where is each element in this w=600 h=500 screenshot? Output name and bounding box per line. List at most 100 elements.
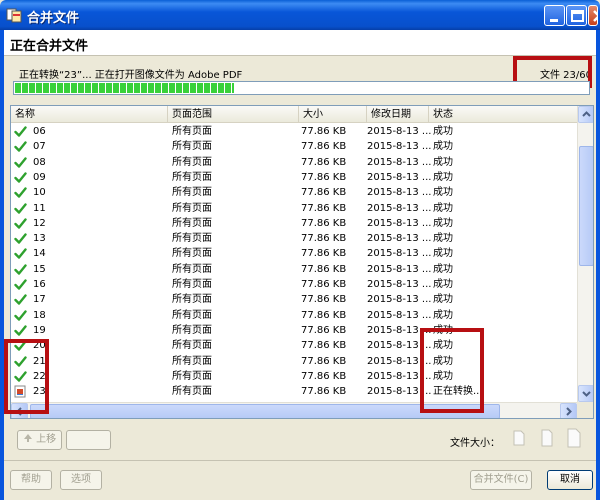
column-header-date[interactable]: 修改日期 <box>367 106 429 123</box>
cell-status: 成功 <box>433 126 453 137</box>
table-row[interactable]: 16 所有页面 77.86 KB 2015-8-13 ... 成功 <box>11 277 577 292</box>
cell-name: 10 <box>33 187 46 199</box>
cell-size: 77.86 KB <box>301 324 347 336</box>
maximize-button[interactable] <box>566 5 587 26</box>
options-button[interactable]: 选项 <box>60 470 102 490</box>
app-icon <box>6 8 22 23</box>
table-row[interactable]: 19 所有页面 77.86 KB 2015-8-13 ... 成功 <box>11 323 577 338</box>
cell-status: 成功 <box>433 141 453 153</box>
dialog-header: 正在合并文件 <box>4 30 596 56</box>
cell-size: 77.86 KB <box>301 202 347 214</box>
vertical-scroll-thumb[interactable] <box>579 146 593 266</box>
merge-files-button[interactable]: 合并文件(C) <box>470 470 532 490</box>
close-button[interactable] <box>588 5 598 26</box>
scroll-right-button[interactable] <box>560 403 577 418</box>
cell-size: 77.86 KB <box>301 141 347 153</box>
table-row[interactable]: 17 所有页面 77.86 KB 2015-8-13 ... 成功 <box>11 292 577 307</box>
help-button[interactable]: 帮助 <box>10 470 52 490</box>
cell-name: 17 <box>33 294 46 306</box>
cell-name: 16 <box>33 279 46 290</box>
move-up-button[interactable]: 上移 <box>17 430 62 450</box>
cell-status: 成功 <box>433 233 453 245</box>
cell-range: 所有页面 <box>172 217 212 229</box>
title-bar[interactable]: 合并文件 <box>0 0 600 30</box>
cell-date: 2015-8-13 ... <box>367 309 432 321</box>
table-row[interactable]: 06 所有页面 77.86 KB 2015-8-13 ... 成功 <box>11 124 577 139</box>
cell-date: 2015-8-13 ... <box>367 248 432 260</box>
cell-range: 所有页面 <box>172 202 212 214</box>
bottom-separator <box>4 460 596 461</box>
cell-date: 2015-8-13 ... <box>367 294 432 306</box>
check-icon <box>14 126 27 137</box>
table-row[interactable]: 20 所有页面 77.86 KB 2015-8-13 ... 成功 <box>11 338 577 353</box>
window-frame-left <box>0 30 4 500</box>
cell-range: 所有页面 <box>172 324 212 336</box>
check-icon <box>14 172 27 183</box>
cell-name: 14 <box>33 248 46 260</box>
table-row[interactable]: 18 所有页面 77.86 KB 2015-8-13 ... 成功 <box>11 308 577 323</box>
cell-name: 08 <box>33 156 46 168</box>
column-header-status[interactable]: 状态 <box>429 106 577 123</box>
small-size-icon[interactable] <box>512 430 526 446</box>
cell-name: 13 <box>33 233 46 245</box>
table-row[interactable]: 12 所有页面 77.86 KB 2015-8-13 ... 成功 <box>11 216 577 231</box>
table-row[interactable]: 23 所有页面 77.86 KB 2015-8-13 ... 正在转换... <box>11 384 577 399</box>
file-size-label: 文件大小： <box>450 438 500 449</box>
cell-size: 77.86 KB <box>301 248 347 260</box>
table-row[interactable]: 13 所有页面 77.86 KB 2015-8-13 ... 成功 <box>11 231 577 246</box>
scroll-up-button[interactable] <box>578 106 593 123</box>
cell-size: 77.86 KB <box>301 156 347 168</box>
column-header-range[interactable]: 页面范围 <box>168 106 299 123</box>
cell-date: 2015-8-13 ... <box>367 187 432 199</box>
cell-size: 77.86 KB <box>301 126 347 137</box>
scroll-down-button[interactable] <box>578 385 593 402</box>
check-icon <box>14 309 27 321</box>
cell-range: 所有页面 <box>172 248 212 260</box>
cell-range: 所有页面 <box>172 187 212 199</box>
cell-name: 15 <box>33 263 46 275</box>
progress-fill <box>15 83 235 93</box>
cell-date: 2015-8-13 ... <box>367 217 432 229</box>
default-size-icon[interactable] <box>540 429 554 447</box>
table-row[interactable]: 10 所有页面 77.86 KB 2015-8-13 ... 成功 <box>11 185 577 200</box>
check-icon <box>14 279 27 290</box>
table-row[interactable]: 08 所有页面 77.86 KB 2015-8-13 ... 成功 <box>11 155 577 170</box>
table-row[interactable]: 07 所有页面 77.86 KB 2015-8-13 ... 成功 <box>11 139 577 154</box>
cell-range: 所有页面 <box>172 279 212 290</box>
cell-status: 成功 <box>433 187 453 199</box>
cell-date: 2015-8-13 ... <box>367 279 432 290</box>
table-row[interactable]: 14 所有页面 77.86 KB 2015-8-13 ... 成功 <box>11 246 577 261</box>
cell-name: 09 <box>33 171 46 183</box>
large-size-icon[interactable] <box>566 428 582 448</box>
vertical-scrollbar[interactable] <box>577 106 593 402</box>
cancel-button[interactable]: 取消 <box>547 470 593 490</box>
table-row[interactable]: 09 所有页面 77.86 KB 2015-8-13 ... 成功 <box>11 170 577 185</box>
cell-range: 所有页面 <box>172 263 212 275</box>
cell-status: 成功 <box>433 217 453 229</box>
highlight-box-names <box>4 339 49 414</box>
window-frame-right <box>596 30 600 500</box>
table-row[interactable]: 15 所有页面 77.86 KB 2015-8-13 ... 成功 <box>11 262 577 277</box>
cell-range: 所有页面 <box>172 340 212 352</box>
cell-name: 07 <box>33 141 46 153</box>
cell-name: 12 <box>33 217 46 229</box>
cell-size: 77.86 KB <box>301 370 347 382</box>
cell-status: 成功 <box>433 309 453 321</box>
cell-status: 成功 <box>433 248 453 260</box>
cell-range: 所有页面 <box>172 309 212 321</box>
cell-range: 所有页面 <box>172 355 212 367</box>
column-header-size[interactable]: 大小 <box>299 106 367 123</box>
move-down-button[interactable] <box>66 430 111 450</box>
horizontal-scrollbar[interactable] <box>11 402 577 418</box>
table-row[interactable]: 11 所有页面 77.86 KB 2015-8-13 ... 成功 <box>11 201 577 216</box>
minimize-button[interactable] <box>544 5 565 26</box>
cell-size: 77.86 KB <box>301 279 347 290</box>
list-header: 名称 页面范围 大小 修改日期 状态 <box>11 106 577 123</box>
cell-range: 所有页面 <box>172 233 212 245</box>
table-row[interactable]: 21 所有页面 77.86 KB 2015-8-13 ... 成功 <box>11 354 577 369</box>
arrow-up-icon <box>23 434 32 442</box>
cell-date: 2015-8-13 ... <box>367 263 432 275</box>
column-header-name[interactable]: 名称 <box>11 106 168 123</box>
file-list[interactable]: 名称 页面范围 大小 修改日期 状态 06 所有页面 77.86 KB 2015-8-… <box>10 105 594 419</box>
table-row[interactable]: 22 所有页面 77.86 KB 2015-8-13 ... 成功 <box>11 369 577 384</box>
